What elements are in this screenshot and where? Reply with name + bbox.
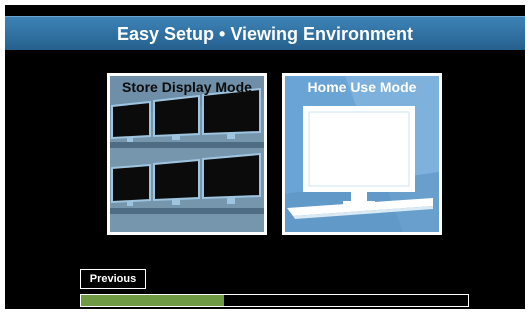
home-use-mode-label: Home Use Mode	[307, 79, 417, 95]
setup-panel: Easy Setup • Viewing Environment Store D…	[5, 5, 525, 309]
setup-screen: Easy Setup • Viewing Environment Store D…	[0, 0, 530, 314]
wall-of-monitors-icon	[110, 76, 264, 232]
home-use-mode-option[interactable]: Home Use Mode	[282, 73, 442, 235]
title-bar: Easy Setup • Viewing Environment	[5, 16, 525, 50]
page-title: Easy Setup • Viewing Environment	[116, 24, 414, 44]
previous-button[interactable]: Previous	[80, 269, 146, 289]
single-monitor-icon	[285, 76, 439, 232]
store-display-mode-option[interactable]: Store Display Mode	[107, 73, 267, 235]
store-display-mode-label: Store Display Mode	[122, 79, 252, 95]
setup-progress-bar	[80, 294, 469, 307]
progress-fill	[81, 295, 224, 306]
